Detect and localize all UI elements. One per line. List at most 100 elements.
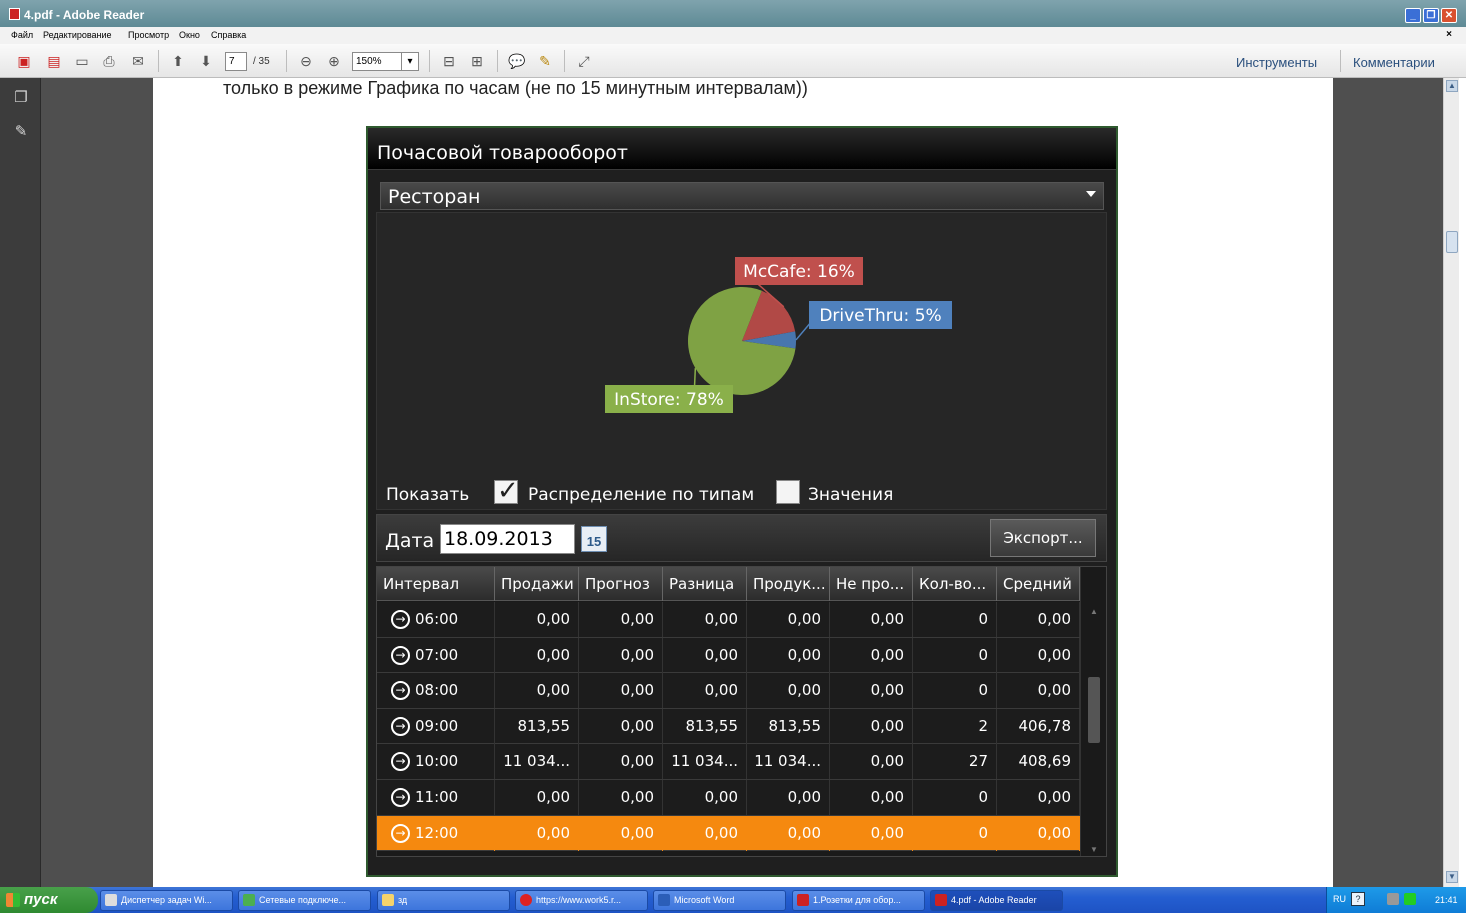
table-row[interactable]: → 08:00 0,00 0,00 0,00 0,00 0,00 0 0,00 [377,673,1080,709]
windows-flag-icon [6,893,20,907]
print-icon[interactable]: ⎙ [99,51,119,71]
minimize-icon[interactable]: _ [1405,8,1421,23]
email-icon[interactable]: ✉ [128,51,148,71]
adobe-reader-icon [9,8,20,20]
values-label: Значения [808,485,894,505]
expand-arrow-icon[interactable]: → [391,788,410,807]
scroll-up-icon[interactable]: ▲ [1090,607,1098,616]
fit-page-icon[interactable]: ⊟ [439,51,459,71]
menu-edit[interactable]: Редактирование [43,30,112,40]
expand-arrow-icon[interactable]: → [391,610,410,629]
col-interval[interactable]: Интервал [377,567,495,601]
date-input[interactable]: 18.09.2013 [440,524,575,554]
value-cell: 0,00 [579,637,663,673]
expand-arrow-icon[interactable]: → [391,645,410,665]
comments-link[interactable]: Комментарии [1353,55,1435,70]
document-scroll-thumb[interactable] [1446,231,1458,253]
col-sales[interactable]: Продажи [495,567,579,601]
menu-view[interactable]: Просмотр [128,30,169,40]
scroll-up-icon[interactable]: ▲ [1446,80,1458,92]
tools-link[interactable]: Инструменты [1236,55,1317,70]
tray-status-icon[interactable] [1404,893,1416,905]
value-cell: 0,00 [747,673,830,709]
grid-scrollbar[interactable]: ▲ ▼ [1080,567,1106,856]
table-row[interactable]: → 07:00 0,00 0,00 0,00 0,00 0,00 0 0,00 [377,637,1080,674]
save-icon[interactable]: ▭ [72,51,92,71]
col-average[interactable]: Средний [997,567,1080,601]
clock: 21:41 [1435,895,1458,905]
zoom-out-icon[interactable]: ⊖ [296,51,316,71]
expand-arrow-icon[interactable]: → [391,823,410,843]
store-type-value: Ресторан [388,186,481,208]
zoom-dropdown-icon[interactable]: ▾ [401,52,419,71]
col-difference[interactable]: Разница [663,567,747,601]
col-product[interactable]: Продук... [747,567,830,601]
grid-header: Интервал Продажи Прогноз Разница Продук.… [377,567,1080,601]
system-tray: RU ? 21:41 [1326,887,1466,913]
values-checkbox[interactable] [776,480,800,504]
zoom-input[interactable]: 150% [352,52,402,71]
menu-window[interactable]: Окно [179,30,200,40]
task-pdf-1[interactable]: 1.Розетки для обор... [792,890,925,911]
expand-arrow-icon[interactable]: → [391,752,410,772]
task-word[interactable]: Microsoft Word [653,890,786,911]
value-cell: 11 034... [663,744,747,780]
settings-icon[interactable] [1387,893,1399,905]
task-browser[interactable]: https://www.work5.r... [515,890,648,911]
app-header: Почасовой товарооборот [368,128,1116,170]
navigation-pane: ❐ ✎ [0,78,41,887]
col-forecast[interactable]: Прогноз [579,567,663,601]
scroll-down-icon[interactable]: ▼ [1090,845,1098,854]
value-cell: 2 [913,708,997,744]
distribution-checkbox[interactable]: ✓ [494,475,519,505]
table-row[interactable]: → 09:00 813,55 0,00 813,55 813,55 0,00 2 406,78 [377,708,1080,745]
expand-arrow-icon[interactable]: → [391,716,410,736]
edit-pdf-icon[interactable]: ▤ [44,51,64,71]
store-type-dropdown[interactable]: Ресторан [380,182,1104,210]
task-network[interactable]: Сетевые подключе... [238,890,371,911]
zoom-in-icon[interactable]: ⊕ [324,51,344,71]
start-button[interactable]: пуск [0,887,98,913]
grid-scroll-thumb[interactable] [1088,677,1100,743]
restore-icon[interactable]: ❐ [1423,8,1439,23]
value-cell: 0,00 [997,673,1080,709]
data-label: McCafe: 16% [743,262,855,282]
prev-page-icon[interactable]: ⬆ [168,51,188,71]
value-cell: 0,00 [747,815,830,851]
data-label: InStore: 78% [614,390,724,410]
table-row[interactable]: → 10:00 11 034... 0,00 11 034... 11 034... 0,0… [377,744,1080,780]
task-folder[interactable]: зд [377,890,510,911]
close-icon[interactable]: ✕ [1441,8,1457,23]
comment-icon[interactable]: 💬 [507,51,527,71]
menu-file[interactable]: Файл [11,30,33,40]
page-number-input[interactable]: 7 [225,52,247,71]
task-label: Microsoft Word [674,895,735,905]
fullscreen-icon[interactable]: ⤢ [574,51,594,71]
task-task-manager[interactable]: Диспетчер задач Wi... [100,890,233,911]
fit-width-icon[interactable]: ⊞ [467,51,487,71]
document-scrollbar[interactable]: ▲ ▼ [1443,78,1459,887]
expand-arrow-icon[interactable]: → [391,681,410,701]
document-close-icon[interactable]: × [1446,29,1452,40]
pie-chart-panel: McCafe: 16% DriveThru: 5% InStore: 78% [376,212,1107,510]
table-row[interactable]: → 12:00 0,00 0,00 0,00 0,00 0,00 0 0,00 [377,815,1080,852]
language-indicator[interactable]: RU [1333,894,1346,904]
pages-icon[interactable]: ❐ [13,88,29,106]
task-adobe-reader[interactable]: 4.pdf - Adobe Reader [930,890,1063,911]
next-page-icon[interactable]: ⬇ [196,51,216,71]
table-row[interactable]: → 06:00 0,00 0,00 0,00 0,00 0,00 0 0,00 [377,602,1080,638]
interval-cell: → 10:00 [377,744,495,780]
monitor-icon [105,894,117,906]
scroll-down-icon[interactable]: ▼ [1446,871,1458,883]
help-icon[interactable]: ? [1351,892,1365,906]
calendar-icon[interactable]: 15 [581,526,607,552]
menu-help[interactable]: Справка [211,30,246,40]
col-non-product[interactable]: Не про... [830,567,913,601]
attachment-icon[interactable]: ✎ [13,122,29,140]
highlight-icon[interactable]: ✎ [535,51,555,71]
col-count[interactable]: Кол-во... [913,567,997,601]
create-pdf-icon[interactable]: ▣ [14,51,34,71]
export-button[interactable]: Экспорт... [990,519,1096,557]
table-row[interactable]: → 11:00 0,00 0,00 0,00 0,00 0,00 0 0,00 [377,780,1080,816]
value-cell: 0,00 [830,673,913,709]
